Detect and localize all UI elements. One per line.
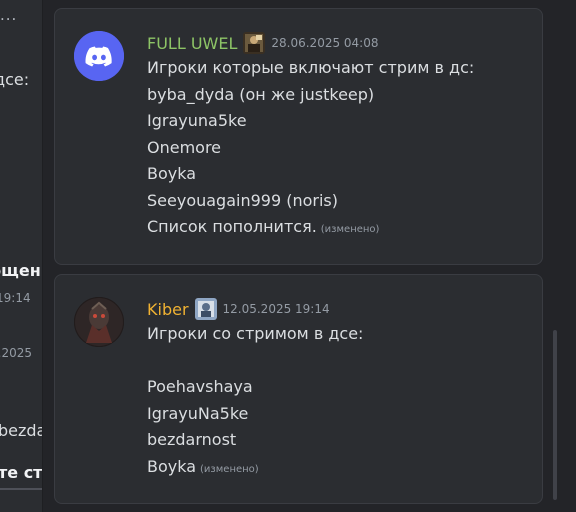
message-line: Игроки которые включают стрим в дс: [147, 58, 475, 77]
discord-logo-icon [74, 31, 124, 81]
more-options-icon[interactable]: ... [0, 6, 17, 24]
background-text-fragment: дсе: [0, 70, 30, 89]
message-line-last: Список пополнится. (изменено) [147, 214, 532, 244]
message-line-text: Boyka [147, 456, 197, 476]
message-line: Boyka [147, 164, 197, 183]
edited-label: (изменено) [320, 224, 380, 235]
scrollbar-thumb[interactable] [553, 330, 557, 500]
edited-label: (изменено) [200, 463, 259, 475]
author-name[interactable]: FULL UWEL [147, 34, 237, 53]
message-line: Onemore [147, 137, 222, 157]
message-line: Игроки со стримом в дсе: [147, 324, 364, 343]
message-line-text: Список пополнится. [147, 217, 317, 236]
message-line: Seeyouagain999 (noris) [147, 190, 338, 210]
message-header: FULL UWEL 28.06.2025 04:08 [147, 31, 532, 55]
author-name[interactable]: Kiber [147, 300, 189, 319]
message-line: IgrayuNa5ke [147, 403, 249, 423]
message-line-blank [147, 348, 532, 375]
message-line: Poehavshaya [147, 377, 253, 396]
message-line-last: Boyka (изменено) [147, 454, 532, 484]
pinned-messages-panel: FULL UWEL 28.06.2025 04:08 Игроки которы… [42, 0, 576, 512]
background-channel-pane: ... дсе: бщен 19:14 5.2025 bezda те ста [0, 0, 42, 512]
message-content: Kiber 12.05.2025 19:14 Игроки со стримом… [147, 297, 532, 483]
message-line: byba_dyda (он же justkeep) [147, 84, 375, 104]
pinned-message-card[interactable]: Kiber 12.05.2025 19:14 Игроки со стримом… [54, 274, 543, 504]
background-text-fragment: бщен [0, 261, 41, 280]
avatar[interactable] [74, 31, 124, 81]
message-timestamp[interactable]: 12.05.2025 19:14 [223, 302, 330, 316]
avatar[interactable] [74, 297, 124, 347]
background-timestamp-fragment: 19:14 [0, 291, 31, 305]
scrollbar-track[interactable] [553, 330, 557, 500]
message-line: Igrayuna5ke [147, 111, 247, 130]
divider [0, 488, 42, 490]
background-text-fragment: bezda [0, 421, 42, 440]
user-badge-icon[interactable] [194, 298, 217, 320]
avatar-image [74, 297, 124, 347]
message-content: FULL UWEL 28.06.2025 04:08 Игроки которы… [147, 31, 532, 244]
pinned-message-card[interactable]: FULL UWEL 28.06.2025 04:08 Игроки которы… [54, 8, 543, 265]
user-badge-icon[interactable] [243, 32, 266, 54]
message-timestamp[interactable]: 28.06.2025 04:08 [271, 36, 378, 50]
message-line: bezdarnost [147, 430, 237, 449]
background-text-fragment: те ста [0, 463, 42, 482]
message-header: Kiber 12.05.2025 19:14 [147, 297, 532, 321]
background-timestamp-fragment: 5.2025 [0, 346, 32, 360]
